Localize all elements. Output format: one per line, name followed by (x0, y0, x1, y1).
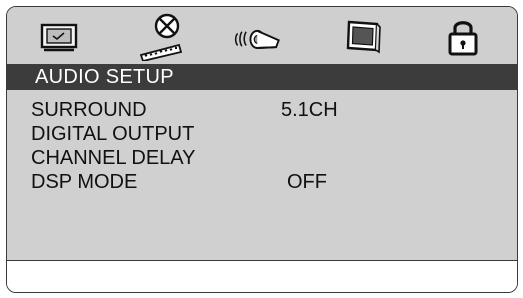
setting-label: DSP MODE (31, 171, 138, 193)
video-setup-icon[interactable] (133, 11, 193, 61)
section-title-bar: AUDIO SETUP (7, 64, 517, 90)
setup-tab-bar (7, 7, 517, 64)
setting-label: CHANNEL DELAY (31, 147, 196, 169)
setting-label: SURROUND (31, 99, 147, 121)
audio-setup-icon[interactable] (229, 11, 289, 61)
lock-icon[interactable] (433, 11, 493, 61)
setting-value: 5.1CH (281, 99, 338, 121)
picture-setup-icon[interactable] (333, 11, 393, 61)
setting-label: DIGITAL OUTPUT (31, 123, 195, 145)
help-text-area (7, 260, 517, 292)
setup-menu-window: AUDIO SETUP SURROUND 5.1CH DIGITAL OUTPU… (6, 6, 518, 293)
setting-value: OFF (287, 171, 327, 193)
general-setup-icon[interactable] (29, 11, 89, 61)
section-title: AUDIO SETUP (35, 66, 174, 88)
settings-panel: SURROUND 5.1CH DIGITAL OUTPUT CHANNEL DE… (7, 90, 517, 260)
